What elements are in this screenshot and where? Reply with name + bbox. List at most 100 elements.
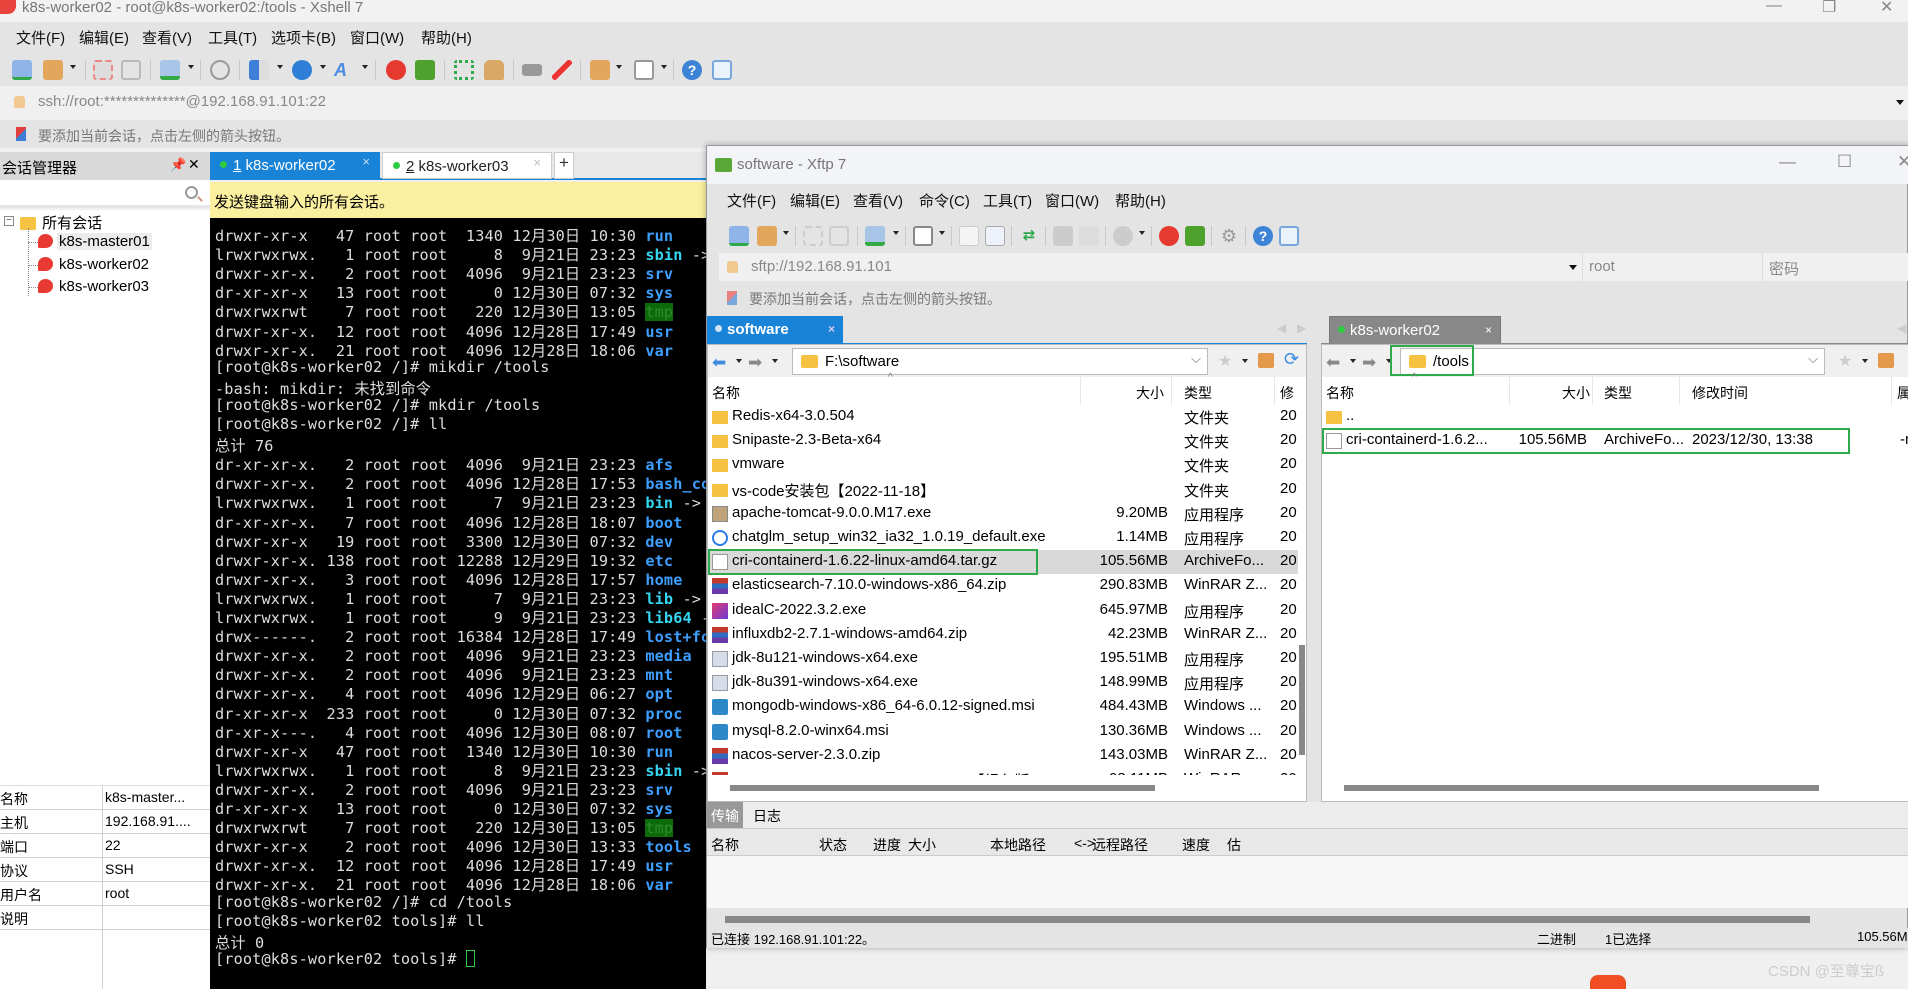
forward-icon[interactable]: ➡ [1362,353,1376,373]
home-icon[interactable] [1258,353,1274,368]
password-field[interactable]: 密码 [1762,253,1908,281]
bookmark-icon[interactable]: ★ [1838,351,1852,371]
home-icon[interactable] [1878,353,1894,368]
collapse-icon[interactable]: − [4,216,14,226]
file-row[interactable]: jdk-8u121-windows-x64.exe 195.51MB 应用程序 20 [708,647,1298,671]
highlight-icon[interactable] [552,60,572,80]
file-row[interactable]: idealC-2022.3.2.exe 645.97MB 应用程序 20 [708,599,1298,623]
keyboard-icon[interactable] [522,64,542,76]
col-modified[interactable]: 修 [1280,383,1294,403]
menu-help[interactable]: 帮助(H) [421,27,472,48]
new-session-icon[interactable] [729,226,749,246]
menu-tab[interactable]: 选项卡(B) [271,27,336,48]
file-row[interactable]: influxdb2-2.7.1-windows-amd64.zip 42.23MB… [708,623,1298,647]
minimize-icon[interactable]: — [1779,152,1796,172]
find-icon[interactable] [210,60,230,80]
upload-icon[interactable] [985,226,1005,246]
file-row[interactable]: apache-tomcat-9.0.0.M17.exe 9.20MB 应用程序 20 [708,502,1298,526]
col-type[interactable]: 类型 [1604,383,1632,403]
tab-log[interactable]: 日志 [749,802,785,828]
pin-icon[interactable]: 📌 [170,157,186,173]
col-modified[interactable]: 修改时间 [1692,383,1748,403]
local-vscrollbar[interactable] [1299,645,1305,755]
add-session-arrow-icon[interactable] [727,291,737,305]
col-type[interactable]: 类型 [1184,383,1212,403]
session-search-input[interactable] [0,180,210,208]
terminal-icon[interactable] [913,226,933,246]
col-local-path[interactable]: 本地路径 [990,835,1046,855]
col-size[interactable]: 大小 [1562,383,1590,403]
scroll-left-icon[interactable]: ◀ [1897,321,1906,335]
menu-view[interactable]: 查看(V) [853,190,903,211]
back-icon[interactable]: ⬅ [1326,353,1340,373]
search-icon[interactable] [185,186,198,199]
copy-icon[interactable] [1053,226,1073,246]
menu-view[interactable]: 查看(V) [142,27,192,48]
reconnect-icon[interactable] [829,226,849,246]
file-row[interactable]: Snipaste-2.3-Beta-x64 文件夹 20 [708,429,1298,453]
col-size[interactable]: 大小 [1136,383,1164,403]
reconnect-icon[interactable] [121,60,141,80]
status-icon[interactable] [1113,226,1133,246]
menu-tools[interactable]: 工具(T) [983,190,1032,211]
file-row[interactable]: chatglm_setup_win32_ia32_1.0.19_default.… [708,526,1298,550]
session-item[interactable]: k8s-worker02 [38,256,151,273]
col-attr[interactable]: 属 [1897,383,1908,403]
menu-file[interactable]: 文件(F) [727,190,776,211]
address-dropdown-icon[interactable] [1569,265,1577,270]
restore-icon[interactable]: ❐ [1822,0,1836,17]
session-item[interactable]: k8s-worker03 [38,278,151,295]
fullscreen-icon[interactable] [454,60,474,80]
tab-software[interactable]: software × [707,316,843,344]
chat-icon[interactable] [712,60,732,80]
transfer-hscrollbar[interactable] [725,916,1810,923]
col-remote-path[interactable]: 远程路径 [1092,835,1148,855]
open-folder-icon[interactable] [43,60,63,80]
file-row[interactable]: vs-code安装包【2022-11-18】 文件夹 20 [708,478,1298,502]
col-speed[interactable]: 速度 [1182,835,1210,855]
menu-command[interactable]: 命令(C) [919,190,970,211]
file-row[interactable]: Redis-x64-3.0.504 文件夹 20 [708,405,1298,429]
menu-edit[interactable]: 编辑(E) [790,190,840,211]
file-row[interactable]: jdk-8u391-windows-x64.exe 148.99MB 应用程序 20 [708,671,1298,695]
lock-icon[interactable] [484,60,504,80]
forward-icon[interactable]: ➡ [748,353,762,373]
xftp-address-bar[interactable]: sftp://192.168.91.101 root 密码 [719,253,1908,281]
xshell-address-bar[interactable]: ssh://root:**************@192.168.91.101… [6,88,1908,117]
close-icon[interactable]: ✕ [1897,152,1908,172]
font-icon[interactable]: A [334,60,354,80]
col-name[interactable]: 名称 [1326,383,1354,403]
local-path-input[interactable]: F:\software ⌵ [792,348,1208,375]
new-session-icon[interactable] [12,60,32,80]
file-row[interactable]: mongodb-windows-x86_64-6.0.12-signed.msi… [708,695,1298,719]
close-tab-icon[interactable]: × [533,155,541,170]
chat-icon[interactable] [1279,226,1299,246]
new-folder-icon[interactable] [590,60,610,80]
tab-k8s-worker02[interactable]: 1 k8s-worker02 × [210,152,380,179]
tree-root-all-sessions[interactable]: 所有会话 [20,212,104,233]
xshell-icon[interactable] [386,60,406,80]
scroll-left-icon[interactable]: ◀ [1277,321,1286,335]
xshell-icon[interactable] [1159,226,1179,246]
disconnect-icon[interactable] [803,226,823,246]
paste-icon[interactable] [1079,226,1099,246]
help-icon[interactable]: ? [682,60,702,80]
local-hscrollbar[interactable] [730,785,1155,791]
disconnect-icon[interactable] [93,60,113,80]
tab-k8s-worker03[interactable]: 2 k8s-worker03 × [382,152,552,179]
col-eta[interactable]: 估 [1227,835,1241,855]
globe-icon[interactable] [292,60,312,80]
tab-transfer[interactable]: 传输 [707,802,743,828]
menu-edit[interactable]: 编辑(E) [79,27,129,48]
refresh-icon[interactable]: ⟳ [1284,349,1299,370]
col-status[interactable]: 状态 [819,835,847,855]
xftp-icon[interactable] [1185,226,1205,246]
remote-hscrollbar[interactable] [1344,785,1819,791]
address-dropdown-icon[interactable] [1896,100,1904,105]
col-name[interactable]: 名称 [711,835,739,855]
xftp-icon[interactable] [415,60,435,80]
terminal[interactable]: drwxr-xr-x 47 root root 1340 12月30日 10:3… [210,218,706,989]
tab-k8s-worker02-remote[interactable]: k8s-worker02 × [1329,316,1501,344]
file-row[interactable]: .. [1322,405,1908,429]
col-progress[interactable]: 进度 [873,835,901,855]
